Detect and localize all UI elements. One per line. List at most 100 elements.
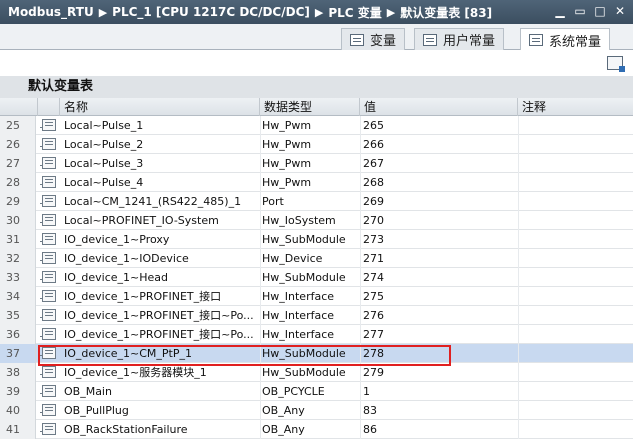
tag-name[interactable]: IO_device_1~PROFINET_接口 — [62, 287, 258, 306]
tag-value[interactable]: 269 — [363, 192, 517, 211]
tag-name[interactable]: IO_device_1~PROFINET_接口~Po... — [62, 306, 258, 325]
breadcrumb-project[interactable]: Modbus_RTU — [8, 5, 94, 19]
tag-value[interactable]: 276 — [363, 306, 517, 325]
tag-comment[interactable] — [522, 192, 633, 211]
tag-name[interactable]: IO_device_1~IODevice — [62, 249, 258, 268]
tag-comment[interactable] — [522, 382, 633, 401]
table-row[interactable]: 35 IO_device_1~PROFINET_接口~Po... Hw_Interf… — [0, 306, 633, 325]
tag-comment[interactable] — [522, 135, 633, 154]
tag-data-type[interactable]: Hw_SubModule — [262, 230, 358, 249]
tag-comment[interactable] — [522, 363, 633, 382]
table-row[interactable]: 25 Local~Pulse_1 Hw_Pwm 265 — [0, 116, 633, 135]
tag-value[interactable]: 271 — [363, 249, 517, 268]
tag-name[interactable]: Local~Pulse_2 — [62, 135, 258, 154]
tab-system-constants[interactable]: 系统常量 — [520, 28, 611, 51]
tag-data-type[interactable]: Hw_Device — [262, 249, 358, 268]
tag-comment[interactable] — [522, 173, 633, 192]
header-name[interactable]: 名称 — [60, 98, 260, 116]
tag-data-type[interactable]: OB_PCYCLE — [262, 382, 358, 401]
tag-data-type[interactable]: Hw_Pwm — [262, 116, 358, 135]
table-row[interactable]: 39 OB_Main OB_PCYCLE 1 — [0, 382, 633, 401]
tag-value[interactable]: 274 — [363, 268, 517, 287]
tab-variables[interactable]: 变量 — [341, 28, 406, 50]
tag-data-type[interactable]: Hw_SubModule — [262, 268, 358, 287]
tag-comment[interactable] — [522, 344, 633, 363]
tag-name[interactable]: OB_RackStationFailure — [62, 420, 258, 439]
tag-value[interactable]: 278 — [363, 344, 517, 363]
minimize-icon[interactable]: ▁ — [553, 3, 567, 19]
tag-value[interactable]: 1 — [363, 382, 517, 401]
table-row[interactable]: 29 Local~CM_1241_(RS422_485)_1 Port 269 — [0, 192, 633, 211]
tag-name[interactable]: IO_device_1~PROFINET_接口~Po... — [62, 325, 258, 344]
tag-name[interactable]: OB_Main — [62, 382, 258, 401]
tag-data-type[interactable]: Port — [262, 192, 358, 211]
tag-comment[interactable] — [522, 325, 633, 344]
header-data-type[interactable]: 数据类型 — [260, 98, 360, 116]
tag-comment[interactable] — [522, 249, 633, 268]
tag-value[interactable]: 266 — [363, 135, 517, 154]
table-row[interactable]: 31 IO_device_1~Proxy Hw_SubModule 273 — [0, 230, 633, 249]
tag-comment[interactable] — [522, 211, 633, 230]
table-row[interactable]: 38 IO_device_1~服务器模块_1 Hw_SubModule 279 — [0, 363, 633, 382]
tag-value[interactable]: 270 — [363, 211, 517, 230]
tag-comment[interactable] — [522, 268, 633, 287]
tag-name[interactable]: IO_device_1~服务器模块_1 — [62, 363, 258, 382]
tag-data-type[interactable]: Hw_Interface — [262, 325, 358, 344]
tag-data-type[interactable]: Hw_Pwm — [262, 154, 358, 173]
table-row[interactable]: 28 Local~Pulse_4 Hw_Pwm 268 — [0, 173, 633, 192]
tag-data-type[interactable]: Hw_Interface — [262, 287, 358, 306]
header-value[interactable]: 值 — [360, 98, 518, 116]
tag-comment[interactable] — [522, 154, 633, 173]
tag-name[interactable]: IO_device_1~Proxy — [62, 230, 258, 249]
table-row[interactable]: 34 IO_device_1~PROFINET_接口 Hw_Interface 275 — [0, 287, 633, 306]
tag-data-type[interactable]: OB_Any — [262, 401, 358, 420]
tag-value[interactable]: 268 — [363, 173, 517, 192]
header-comment[interactable]: 注释 — [518, 98, 633, 116]
table-row[interactable]: 36 IO_device_1~PROFINET_接口~Po... Hw_Interf… — [0, 325, 633, 344]
tag-comment[interactable] — [522, 306, 633, 325]
close-icon[interactable]: ✕ — [613, 3, 627, 19]
table-row[interactable]: 32 IO_device_1~IODevice Hw_Device 271 — [0, 249, 633, 268]
tag-value[interactable]: 83 — [363, 401, 517, 420]
tag-data-type[interactable]: Hw_IoSystem — [262, 211, 358, 230]
tag-name[interactable]: Local~CM_1241_(RS422_485)_1 — [62, 192, 258, 211]
breadcrumb-plc-tags[interactable]: PLC 变量 — [328, 4, 381, 21]
tag-name[interactable]: Local~Pulse_4 — [62, 173, 258, 192]
table-row[interactable]: 26 Local~Pulse_2 Hw_Pwm 266 — [0, 135, 633, 154]
tag-data-type[interactable]: Hw_SubModule — [262, 344, 358, 363]
table-row[interactable]: 41 OB_RackStationFailure OB_Any 86 — [0, 420, 633, 439]
tag-value[interactable]: 279 — [363, 363, 517, 382]
table-row[interactable]: 33 IO_device_1~Head Hw_SubModule 274 — [0, 268, 633, 287]
maximize-icon[interactable]: □ — [593, 3, 607, 19]
tag-comment[interactable] — [522, 230, 633, 249]
tag-name[interactable]: Local~PROFINET_IO-System — [62, 211, 258, 230]
tag-value[interactable]: 267 — [363, 154, 517, 173]
tag-comment[interactable] — [522, 287, 633, 306]
table-row[interactable]: 37 IO_device_1~CM_PtP_1 Hw_SubModule 278 — [0, 344, 633, 363]
table-row[interactable]: 27 Local~Pulse_3 Hw_Pwm 267 — [0, 154, 633, 173]
restore-icon[interactable]: ▭ — [573, 3, 587, 19]
table-row[interactable]: 30 Local~PROFINET_IO-System Hw_IoSystem 270 — [0, 211, 633, 230]
tag-value[interactable]: 86 — [363, 420, 517, 439]
tag-comment[interactable] — [522, 116, 633, 135]
tag-data-type[interactable]: Hw_Pwm — [262, 173, 358, 192]
tag-data-type[interactable]: Hw_Pwm — [262, 135, 358, 154]
tag-name[interactable]: IO_device_1~CM_PtP_1 — [62, 344, 258, 363]
tab-user-constants[interactable]: 用户常量 — [414, 28, 505, 50]
tag-value[interactable]: 275 — [363, 287, 517, 306]
tag-name[interactable]: OB_PullPlug — [62, 401, 258, 420]
tag-name[interactable]: IO_device_1~Head — [62, 268, 258, 287]
tag-comment[interactable] — [522, 401, 633, 420]
tag-name[interactable]: Local~Pulse_3 — [62, 154, 258, 173]
export-icon[interactable] — [607, 56, 625, 72]
breadcrumb-plc[interactable]: PLC_1 [CPU 1217C DC/DC/DC] — [112, 5, 310, 19]
tag-comment[interactable] — [522, 420, 633, 439]
table-row[interactable]: 40 OB_PullPlug OB_Any 83 — [0, 401, 633, 420]
tag-value[interactable]: 277 — [363, 325, 517, 344]
tag-data-type[interactable]: Hw_SubModule — [262, 363, 358, 382]
tag-value[interactable]: 265 — [363, 116, 517, 135]
tag-data-type[interactable]: Hw_Interface — [262, 306, 358, 325]
tag-value[interactable]: 273 — [363, 230, 517, 249]
tag-data-type[interactable]: OB_Any — [262, 420, 358, 439]
tag-name[interactable]: Local~Pulse_1 — [62, 116, 258, 135]
